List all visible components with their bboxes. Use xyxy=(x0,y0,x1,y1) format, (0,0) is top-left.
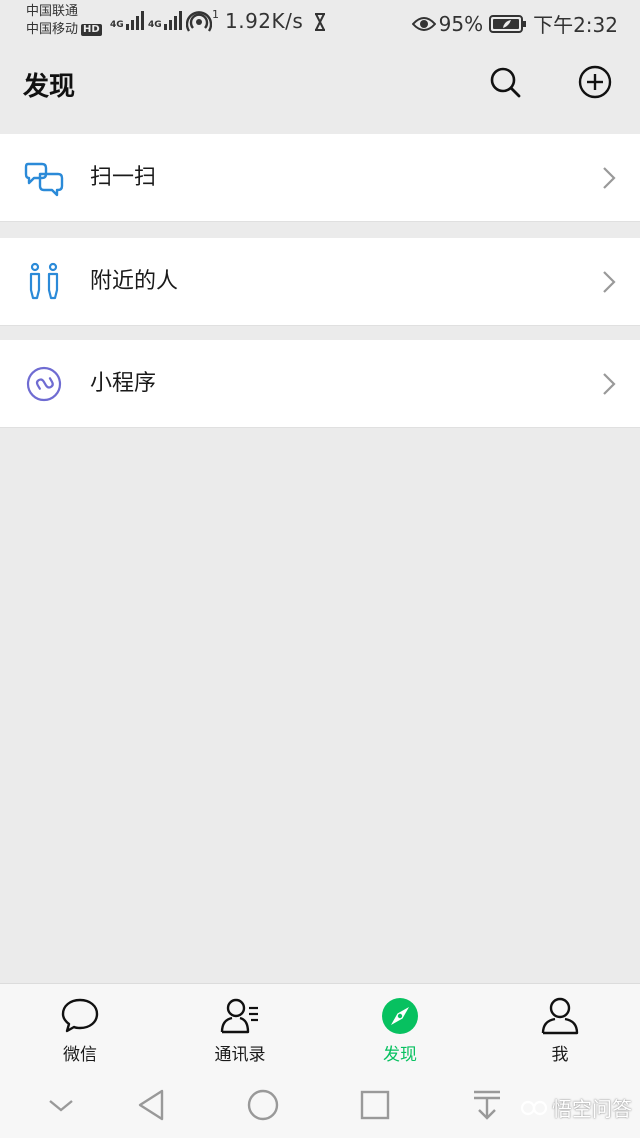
recent-apps-icon[interactable] xyxy=(358,1088,392,1122)
signal-bars-2-icon xyxy=(163,11,182,30)
tab-chats[interactable]: 微信 xyxy=(0,984,160,1072)
chevron-right-icon xyxy=(603,167,616,189)
search-button[interactable] xyxy=(487,64,523,100)
eye-icon xyxy=(411,16,436,31)
notification-pull-icon[interactable] xyxy=(470,1088,504,1122)
search-icon xyxy=(490,67,521,98)
net-type-2: 4G xyxy=(148,20,162,30)
menu-item-label: 小程序 xyxy=(90,371,157,396)
battery-icon xyxy=(489,14,527,33)
plus-circle-icon xyxy=(578,65,612,99)
wukong-logo-icon xyxy=(520,1100,548,1115)
watermark-text: 悟空问答 xyxy=(552,1097,632,1121)
page-header: 发现 xyxy=(0,44,640,120)
menu-item-scan[interactable]: 扫一扫 xyxy=(0,134,640,222)
compass-icon xyxy=(382,998,418,1034)
tab-label: 发现 xyxy=(383,1045,417,1065)
signal-2: 4G xyxy=(148,10,183,30)
status-right: 95% 下午2:32 xyxy=(411,9,618,38)
net-type-1: 4G xyxy=(110,20,124,30)
tab-label: 我 xyxy=(551,1045,569,1065)
hotspot-count: 1 xyxy=(212,8,219,21)
signal-bars-1-icon xyxy=(125,11,144,30)
signal-1: 4G xyxy=(110,10,145,30)
battery-percent: 95% xyxy=(438,11,484,36)
back-icon[interactable] xyxy=(135,1088,169,1122)
hotspot-icon xyxy=(186,11,212,32)
tab-contacts[interactable]: 通讯录 xyxy=(160,984,320,1072)
tab-label: 微信 xyxy=(63,1045,97,1065)
mini-program-icon xyxy=(26,366,62,402)
watermark: 悟空问答 xyxy=(520,1093,632,1122)
scan-icon xyxy=(24,162,64,197)
bottom-tab-bar: 微信 通讯录 发现 我 xyxy=(0,983,640,1071)
carrier-2: 中国移动 xyxy=(26,22,79,37)
network-speed: 1.92K/s xyxy=(225,9,304,33)
menu-item-label: 附近的人 xyxy=(90,269,179,294)
people-nearby-icon xyxy=(29,262,59,300)
chat-bubble-icon xyxy=(61,998,99,1033)
chevron-right-icon xyxy=(603,373,616,395)
hourglass-icon xyxy=(315,13,325,31)
add-button[interactable] xyxy=(577,64,613,100)
user-icon xyxy=(541,997,579,1035)
page-title: 发现 xyxy=(23,72,76,102)
tab-discover[interactable]: 发现 xyxy=(320,984,480,1072)
system-navigation-bar: 悟空问答 xyxy=(0,1071,640,1138)
menu-item-mini-program[interactable]: 小程序 xyxy=(0,340,640,428)
carrier-info: 中国联通 中国移动 HD xyxy=(26,3,102,39)
clock: 下午2:32 xyxy=(533,13,618,37)
chevron-right-icon xyxy=(603,271,616,293)
menu-item-label: 扫一扫 xyxy=(90,165,157,190)
carrier-1: 中国联通 xyxy=(26,4,79,19)
menu-item-nearby[interactable]: 附近的人 xyxy=(0,238,640,326)
hotspot: 1 xyxy=(186,8,219,33)
home-icon[interactable] xyxy=(246,1088,280,1122)
tab-label: 通讯录 xyxy=(214,1045,266,1065)
contacts-icon xyxy=(220,998,258,1034)
tab-me[interactable]: 我 xyxy=(480,984,640,1072)
status-bar: 中国联通 中国移动 HD 4G 4G 1 1.92K/s 95% 下午2:32 xyxy=(0,0,640,44)
hd-badge: HD xyxy=(81,24,102,36)
hide-nav-icon[interactable] xyxy=(44,1088,78,1122)
